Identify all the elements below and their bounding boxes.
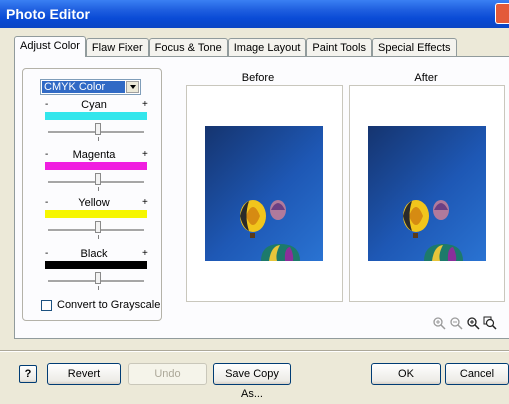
slider-tick [98, 137, 99, 141]
close-button[interactable] [495, 3, 509, 24]
help-button[interactable]: ? [19, 365, 37, 383]
tab-strip: Adjust Color Flaw Fixer Focus & Tone Ima… [14, 36, 457, 57]
zoom-toolbar [432, 316, 497, 330]
zoom-fit-icon[interactable] [483, 316, 497, 330]
zoom-in-disabled-icon[interactable] [432, 316, 446, 330]
separator-highlight [0, 351, 509, 352]
chevron-down-icon[interactable] [126, 81, 139, 93]
after-image [368, 126, 486, 261]
save-copy-as-button[interactable]: Save Copy As... [213, 363, 291, 400]
title-bar: Photo Editor [0, 0, 509, 28]
tab-special-effects[interactable]: Special Effects [371, 38, 457, 57]
color-mode-select[interactable]: CMYK Color [40, 79, 141, 95]
channel-color-bar [45, 162, 147, 170]
cancel-button[interactable]: Cancel [445, 363, 509, 385]
channel-black: - Black + [40, 249, 150, 295]
slider-thumb[interactable] [94, 272, 101, 284]
tab-adjust-color[interactable]: Adjust Color [14, 36, 86, 57]
channel-magenta: - Magenta + [40, 150, 150, 196]
before-image [205, 126, 323, 261]
slider-thumb[interactable] [94, 221, 101, 233]
color-mode-value: CMYK Color [42, 81, 125, 93]
grayscale-option[interactable]: Convert to Grayscale [41, 299, 160, 311]
hot-air-balloon-image [403, 200, 463, 261]
plus-label: + [142, 248, 148, 259]
channel-color-bar [45, 112, 147, 120]
zoom-in-icon[interactable] [466, 316, 480, 330]
plus-label: + [142, 99, 148, 110]
channel-label: Magenta [72, 149, 116, 161]
plus-label: + [142, 197, 148, 208]
grayscale-label: Convert to Grayscale [57, 299, 161, 311]
slider-tick [98, 286, 99, 290]
slider-thumb[interactable] [94, 173, 101, 185]
channel-label: Black [80, 248, 108, 260]
tab-focus-tone[interactable]: Focus & Tone [148, 38, 228, 57]
ok-button[interactable]: OK [371, 363, 441, 385]
tab-paint-tools[interactable]: Paint Tools [306, 38, 372, 57]
channel-color-bar [45, 261, 147, 269]
slider-thumb[interactable] [94, 123, 101, 135]
slider-tick [98, 187, 99, 191]
hot-air-balloon-image [240, 200, 300, 261]
tab-flaw-fixer[interactable]: Flaw Fixer [85, 38, 149, 57]
grayscale-checkbox[interactable] [41, 299, 52, 311]
plus-label: + [142, 149, 148, 160]
undo-button[interactable]: Undo [128, 363, 207, 385]
tab-image-layout[interactable]: Image Layout [227, 38, 307, 57]
after-label: After [414, 72, 438, 84]
channel-label: Cyan [81, 99, 107, 111]
channel-cyan: - Cyan + [40, 100, 150, 146]
zoom-out-disabled-icon[interactable] [449, 316, 463, 330]
channel-label: Yellow [78, 197, 110, 209]
slider-tick [98, 235, 99, 239]
revert-button[interactable]: Revert [47, 363, 121, 385]
channel-yellow: - Yellow + [40, 198, 150, 244]
before-label: Before [241, 72, 275, 84]
window-title: Photo Editor [6, 6, 90, 22]
channel-color-bar [45, 210, 147, 218]
